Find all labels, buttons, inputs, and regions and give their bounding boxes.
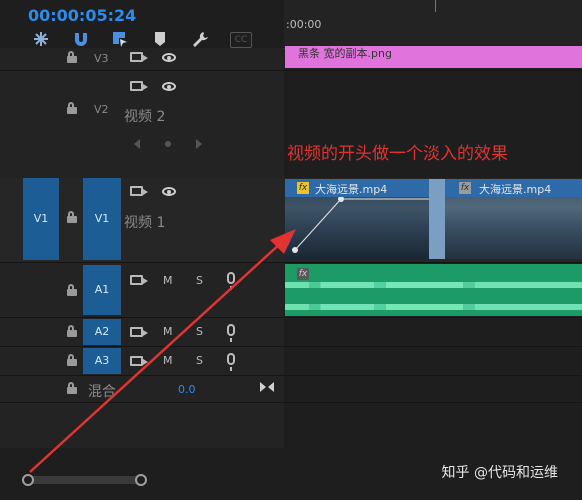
toggle-sync-lock-icon[interactable] [130,81,148,91]
toggle-sync-lock-icon[interactable] [130,186,148,196]
track-target-a3[interactable]: A3 [83,348,121,374]
microphone-icon[interactable] [227,324,235,342]
track-target-v1[interactable]: V1 [83,178,121,260]
track-a2: A2 M S [0,318,582,347]
eye-icon[interactable] [162,53,176,62]
lock-icon[interactable] [67,51,77,63]
eye-icon[interactable] [162,82,176,91]
lock-icon[interactable] [67,102,77,114]
eye-icon[interactable] [162,187,176,196]
solo-button[interactable]: S [196,274,203,287]
track-name-v2: 视频 2 [124,109,166,125]
ruler-start-label: :00:00 [286,18,322,31]
track-target-a2[interactable]: A2 [83,319,121,345]
toggle-sync-lock-icon[interactable] [130,52,148,62]
mix-volume-value[interactable]: 0.0 [178,383,196,396]
lock-icon[interactable] [67,382,77,394]
fx-badge: fx [297,268,309,280]
time-ruler[interactable] [284,0,582,49]
source-patch-v1[interactable]: V1 [23,178,59,260]
toggle-sync-lock-icon[interactable] [130,356,148,366]
clip-name: 大海远景.mp4 [315,183,388,196]
microphone-icon[interactable] [227,272,235,290]
clip-header: fx 大海远景.mp4 [285,179,429,197]
track-a3: A3 M S [0,347,582,376]
fx-badge: fx [297,182,309,194]
zoom-scrollbar[interactable] [22,474,147,486]
clip-name: 大海远景.mp4 [479,183,552,196]
keyframe-navigation[interactable] [133,138,213,150]
microphone-icon[interactable] [227,353,235,371]
opacity-keyframe-line[interactable] [285,197,429,259]
graphic-clip-name: 黑条 宽的副本.png [298,47,392,60]
video-clip-2[interactable]: fx 大海远景.mp4 [445,179,582,259]
track-target-a1[interactable]: A1 [83,265,121,315]
toggle-sync-lock-icon[interactable] [130,275,148,285]
lock-icon[interactable] [67,284,77,296]
track-name-v1: 视频 1 [124,215,166,231]
lock-icon[interactable] [67,354,77,366]
mute-button[interactable]: M [163,354,173,367]
scrollbar-handle-right[interactable] [135,474,147,486]
mute-button[interactable]: M [163,325,173,338]
mute-button[interactable]: M [163,274,173,287]
audio-waveform [285,304,582,310]
track-label-v2: V2 [94,103,109,116]
solo-button[interactable]: S [196,325,203,338]
lock-icon[interactable] [67,325,77,337]
mix-label: 混合 [88,384,116,400]
fx-badge: fx [459,182,471,194]
track-mix: 混合 0.0 [0,376,582,403]
audio-clip[interactable]: fx [285,264,582,316]
timecode-display[interactable]: 00:00:05:24 [28,6,136,25]
clip-gap [429,179,445,259]
track-label-v3: V3 [94,52,109,65]
clip-header: fx 大海远景.mp4 [445,179,582,197]
annotation-text: 视频的开头做一个淡入的效果 [287,144,508,164]
audio-waveform [285,282,582,288]
ruler-tick [435,0,436,12]
scrollbar-handle-left[interactable] [22,474,34,486]
watermark-text: 知乎 @代码和运维 [441,465,558,481]
keyframe-dot[interactable] [292,247,298,253]
video-clip-1[interactable]: fx 大海远景.mp4 [285,179,429,259]
go-to-in-out-icon[interactable] [259,381,275,393]
lock-icon[interactable] [67,211,77,223]
toggle-sync-lock-icon[interactable] [130,327,148,337]
solo-button[interactable]: S [196,354,203,367]
